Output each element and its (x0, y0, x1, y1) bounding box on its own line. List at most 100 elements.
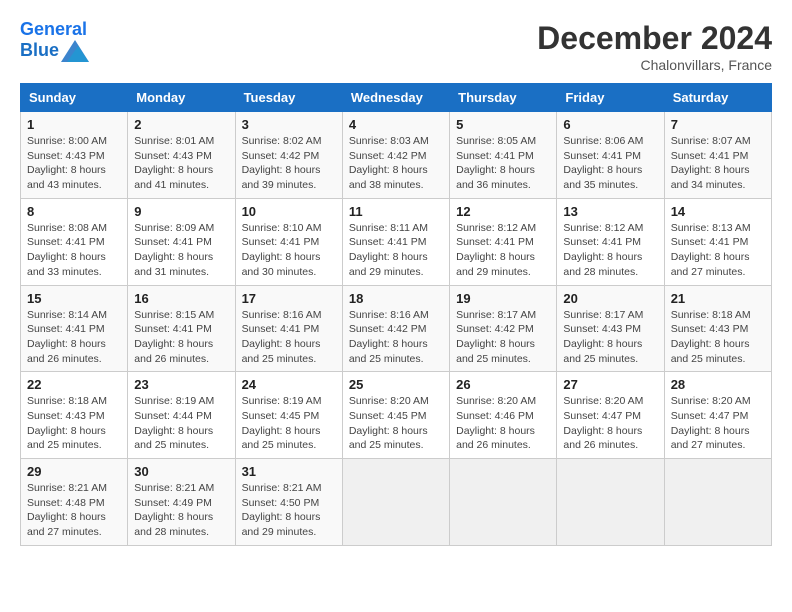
day-number: 26 (456, 377, 550, 392)
day-number: 14 (671, 204, 765, 219)
day-number: 4 (349, 117, 443, 132)
day-number: 2 (134, 117, 228, 132)
calendar-week-2: 8 Sunrise: 8:08 AMSunset: 4:41 PMDaylight… (21, 198, 772, 285)
calendar-table: SundayMondayTuesdayWednesdayThursdayFrid… (20, 83, 772, 546)
calendar-cell: 10 Sunrise: 8:10 AMSunset: 4:41 PMDayligh… (235, 198, 342, 285)
day-number: 10 (242, 204, 336, 219)
day-number: 29 (27, 464, 121, 479)
day-info: Sunrise: 8:07 AMSunset: 4:41 PMDaylight:… (671, 134, 765, 193)
calendar-cell: 25 Sunrise: 8:20 AMSunset: 4:45 PMDayligh… (342, 372, 449, 459)
calendar-week-3: 15 Sunrise: 8:14 AMSunset: 4:41 PMDayligh… (21, 285, 772, 372)
day-number: 25 (349, 377, 443, 392)
day-number: 28 (671, 377, 765, 392)
day-number: 18 (349, 291, 443, 306)
calendar-cell: 29Sunrise: 8:21 AMSunset: 4:48 PMDayligh… (21, 459, 128, 546)
day-info: Sunrise: 8:17 AMSunset: 4:42 PMDaylight:… (456, 308, 550, 367)
calendar-cell: 5Sunrise: 8:05 AMSunset: 4:41 PMDaylight… (450, 112, 557, 199)
day-number: 12 (456, 204, 550, 219)
day-info: Sunrise: 8:16 AMSunset: 4:42 PMDaylight:… (349, 308, 443, 367)
calendar-cell (664, 459, 771, 546)
calendar-cell: 17 Sunrise: 8:16 AMSunset: 4:41 PMDayligh… (235, 285, 342, 372)
day-info: Sunrise: 8:08 AMSunset: 4:41 PMDaylight:… (27, 221, 121, 280)
day-info: Sunrise: 8:10 AMSunset: 4:41 PMDaylight:… (242, 221, 336, 280)
day-number: 27 (563, 377, 657, 392)
calendar-cell: 19 Sunrise: 8:17 AMSunset: 4:42 PMDayligh… (450, 285, 557, 372)
calendar-cell (557, 459, 664, 546)
logo: General Blue (20, 20, 89, 62)
day-number: 7 (671, 117, 765, 132)
calendar-cell: 20 Sunrise: 8:17 AMSunset: 4:43 PMDayligh… (557, 285, 664, 372)
calendar-cell: 31 Sunrise: 8:21 AMSunset: 4:50 PMDayligh… (235, 459, 342, 546)
day-number: 30 (134, 464, 228, 479)
calendar-week-1: 1Sunrise: 8:00 AMSunset: 4:43 PMDaylight… (21, 112, 772, 199)
logo-text-blue: Blue (20, 41, 59, 61)
calendar-cell: 4 Sunrise: 8:03 AMSunset: 4:42 PMDaylight… (342, 112, 449, 199)
day-info: Sunrise: 8:21 AMSunset: 4:49 PMDaylight:… (134, 481, 228, 540)
day-number: 20 (563, 291, 657, 306)
day-number: 24 (242, 377, 336, 392)
day-info: Sunrise: 8:19 AMSunset: 4:45 PMDaylight:… (242, 394, 336, 453)
day-info: Sunrise: 8:01 AMSunset: 4:43 PMDaylight:… (134, 134, 228, 193)
day-number: 3 (242, 117, 336, 132)
calendar-week-5: 29Sunrise: 8:21 AMSunset: 4:48 PMDayligh… (21, 459, 772, 546)
calendar-cell: 24 Sunrise: 8:19 AMSunset: 4:45 PMDayligh… (235, 372, 342, 459)
month-title: December 2024 (537, 20, 772, 57)
day-info: Sunrise: 8:20 AMSunset: 4:45 PMDaylight:… (349, 394, 443, 453)
day-info: Sunrise: 8:18 AMSunset: 4:43 PMDaylight:… (27, 394, 121, 453)
day-info: Sunrise: 8:02 AMSunset: 4:42 PMDaylight:… (242, 134, 336, 193)
day-info: Sunrise: 8:15 AMSunset: 4:41 PMDaylight:… (134, 308, 228, 367)
day-number: 1 (27, 117, 121, 132)
column-header-thursday: Thursday (450, 84, 557, 112)
day-number: 19 (456, 291, 550, 306)
day-number: 17 (242, 291, 336, 306)
day-number: 8 (27, 204, 121, 219)
column-header-tuesday: Tuesday (235, 84, 342, 112)
column-header-friday: Friday (557, 84, 664, 112)
calendar-cell: 26Sunrise: 8:20 AMSunset: 4:46 PMDayligh… (450, 372, 557, 459)
day-info: Sunrise: 8:09 AMSunset: 4:41 PMDaylight:… (134, 221, 228, 280)
calendar-cell: 11 Sunrise: 8:11 AMSunset: 4:41 PMDayligh… (342, 198, 449, 285)
day-number: 15 (27, 291, 121, 306)
day-number: 6 (563, 117, 657, 132)
day-info: Sunrise: 8:20 AMSunset: 4:47 PMDaylight:… (671, 394, 765, 453)
day-number: 21 (671, 291, 765, 306)
calendar-cell: 6Sunrise: 8:06 AMSunset: 4:41 PMDaylight… (557, 112, 664, 199)
day-number: 16 (134, 291, 228, 306)
logo-text: General (20, 20, 89, 40)
title-area: December 2024 Chalonvillars, France (537, 20, 772, 73)
calendar-body: 1Sunrise: 8:00 AMSunset: 4:43 PMDaylight… (21, 112, 772, 546)
calendar-header: SundayMondayTuesdayWednesdayThursdayFrid… (21, 84, 772, 112)
calendar-cell: 21 Sunrise: 8:18 AMSunset: 4:43 PMDayligh… (664, 285, 771, 372)
header-row: SundayMondayTuesdayWednesdayThursdayFrid… (21, 84, 772, 112)
calendar-cell (342, 459, 449, 546)
calendar-cell: 28 Sunrise: 8:20 AMSunset: 4:47 PMDayligh… (664, 372, 771, 459)
day-info: Sunrise: 8:14 AMSunset: 4:41 PMDaylight:… (27, 308, 121, 367)
logo-icon (61, 40, 89, 62)
calendar-cell: 12 Sunrise: 8:12 AMSunset: 4:41 PMDayligh… (450, 198, 557, 285)
day-info: Sunrise: 8:13 AMSunset: 4:41 PMDaylight:… (671, 221, 765, 280)
calendar-cell: 15 Sunrise: 8:14 AMSunset: 4:41 PMDayligh… (21, 285, 128, 372)
calendar-cell: 16 Sunrise: 8:15 AMSunset: 4:41 PMDayligh… (128, 285, 235, 372)
column-header-saturday: Saturday (664, 84, 771, 112)
day-info: Sunrise: 8:11 AMSunset: 4:41 PMDaylight:… (349, 221, 443, 280)
day-number: 23 (134, 377, 228, 392)
column-header-monday: Monday (128, 84, 235, 112)
day-info: Sunrise: 8:12 AMSunset: 4:41 PMDaylight:… (563, 221, 657, 280)
calendar-cell: 1Sunrise: 8:00 AMSunset: 4:43 PMDaylight… (21, 112, 128, 199)
day-number: 31 (242, 464, 336, 479)
column-header-wednesday: Wednesday (342, 84, 449, 112)
day-number: 22 (27, 377, 121, 392)
day-info: Sunrise: 8:16 AMSunset: 4:41 PMDaylight:… (242, 308, 336, 367)
day-number: 11 (349, 204, 443, 219)
calendar-cell (450, 459, 557, 546)
day-info: Sunrise: 8:17 AMSunset: 4:43 PMDaylight:… (563, 308, 657, 367)
day-info: Sunrise: 8:18 AMSunset: 4:43 PMDaylight:… (671, 308, 765, 367)
page-header: General Blue December 2024 Chalonvillars… (20, 20, 772, 73)
calendar-cell: 13Sunrise: 8:12 AMSunset: 4:41 PMDayligh… (557, 198, 664, 285)
day-info: Sunrise: 8:03 AMSunset: 4:42 PMDaylight:… (349, 134, 443, 193)
calendar-cell: 14 Sunrise: 8:13 AMSunset: 4:41 PMDayligh… (664, 198, 771, 285)
day-info: Sunrise: 8:12 AMSunset: 4:41 PMDaylight:… (456, 221, 550, 280)
calendar-cell: 23Sunrise: 8:19 AMSunset: 4:44 PMDayligh… (128, 372, 235, 459)
day-number: 9 (134, 204, 228, 219)
day-info: Sunrise: 8:21 AMSunset: 4:50 PMDaylight:… (242, 481, 336, 540)
